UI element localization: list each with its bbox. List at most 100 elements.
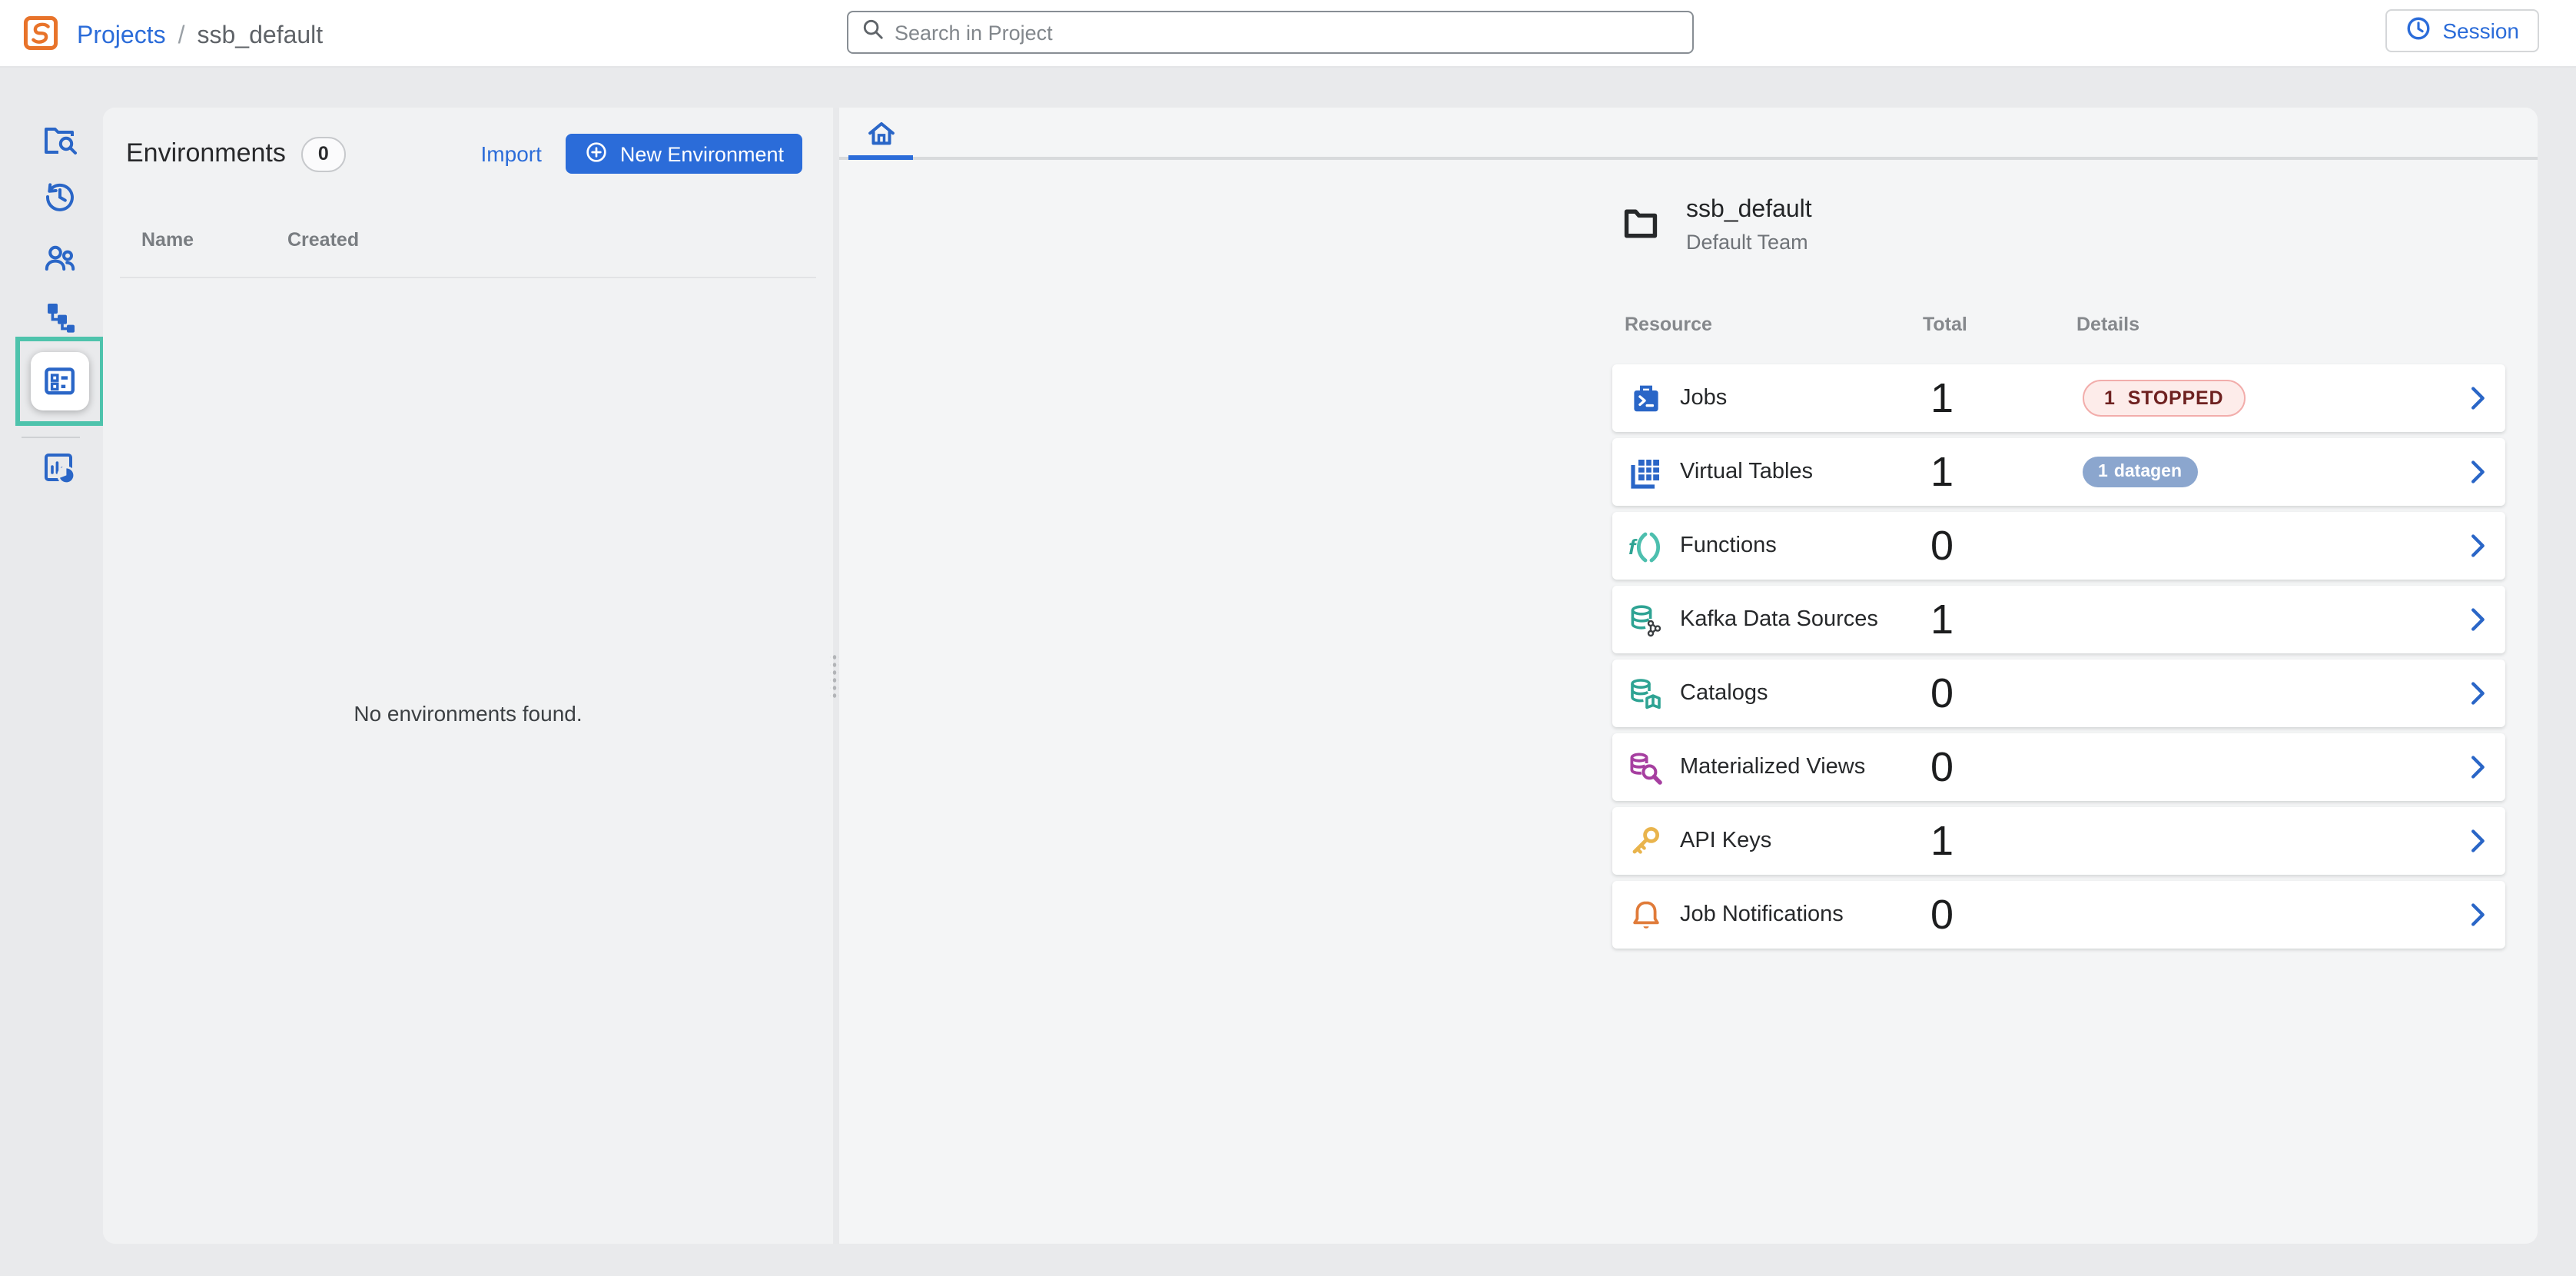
sidebar-active-highlight <box>15 337 105 426</box>
sidebar-item-data-flow[interactable] <box>41 300 78 337</box>
tab-home[interactable] <box>848 108 913 160</box>
resource-row-materialized-views[interactable]: Materialized Views 0 <box>1612 733 2505 801</box>
environments-title: Environments <box>126 138 286 169</box>
import-link[interactable]: Import <box>481 141 542 166</box>
empty-state-message: No environments found. <box>103 701 833 726</box>
breadcrumb-current: ssb_default <box>198 23 324 51</box>
folder-icon <box>1620 203 1661 252</box>
resource-label: Jobs <box>1680 364 1727 432</box>
sidebar-rail <box>0 68 103 1276</box>
project-header: ssb_default Default Team <box>1620 197 1812 254</box>
resource-row-jobs[interactable]: Jobs 1 1 STOPPED <box>1612 364 2505 432</box>
environments-icon <box>41 363 78 400</box>
column-header-created: Created <box>287 229 359 251</box>
resource-label: Catalogs <box>1680 660 1768 727</box>
api-keys-icon <box>1628 824 1665 861</box>
svg-text:f: f <box>1628 535 1638 559</box>
chevron-right-icon <box>2462 604 2493 635</box>
environments-table-divider <box>120 277 816 278</box>
chevron-right-icon <box>2462 383 2493 414</box>
resource-row-kafka-data-sources[interactable]: Kafka Data Sources 1 <box>1612 586 2505 653</box>
kafka-data-source-icon <box>1628 603 1665 640</box>
chevron-right-icon <box>2462 826 2493 856</box>
resource-total: 0 <box>1930 660 1954 727</box>
users-icon <box>41 240 78 277</box>
catalogs-icon <box>1628 676 1665 713</box>
resource-total: 1 <box>1930 807 1954 875</box>
badge-count: 1 <box>2098 463 2108 481</box>
resource-total: 1 <box>1930 364 1954 432</box>
column-header-name: Name <box>141 229 287 251</box>
chevron-right-icon <box>2462 457 2493 487</box>
resource-details: 1 STOPPED <box>2083 364 2245 432</box>
project-search[interactable] <box>847 11 1694 54</box>
column-header-total: Total <box>1923 314 1967 335</box>
sidebar-item-explorer[interactable] <box>41 123 78 160</box>
environments-column-headers: Name Created <box>141 229 359 251</box>
clock-icon <box>2405 15 2432 46</box>
home-icon <box>865 118 897 150</box>
new-environment-label: New Environment <box>620 142 784 165</box>
sidebar-item-users[interactable] <box>41 240 78 277</box>
resource-table-body: Jobs11STOPPEDVirtual Tables11datagenfFun… <box>1612 364 2505 955</box>
resource-total: 0 <box>1930 512 1954 580</box>
resource-total: 1 <box>1930 586 1954 653</box>
resource-total: 0 <box>1930 881 1954 949</box>
jobs-icon <box>1628 381 1665 418</box>
column-header-details: Details <box>2076 314 2139 335</box>
resource-total: 1 <box>1930 438 1954 506</box>
resource-row-functions[interactable]: f Functions 0 <box>1612 512 2505 580</box>
resource-label: Functions <box>1680 512 1777 580</box>
chevron-right-icon <box>2462 752 2493 783</box>
resource-row-virtual-tables[interactable]: Virtual Tables11datagen <box>1612 438 2505 506</box>
badge-label: datagen <box>2114 463 2182 481</box>
session-label: Session <box>2442 18 2519 43</box>
resource-label: Materialized Views <box>1680 733 1865 801</box>
resource-row-catalogs[interactable]: Catalogs 0 <box>1612 660 2505 727</box>
details-badge: 1 datagen <box>2083 457 2197 487</box>
breadcrumb-separator: / <box>178 23 185 51</box>
resource-row-job-notifications[interactable]: Job Notifications 0 <box>1612 881 2505 949</box>
virtual-tables-icon <box>1628 455 1665 492</box>
brand: Projects / ssb_default <box>23 15 323 58</box>
resource-column-headers: Resource Total Details <box>1612 314 2505 338</box>
badge-label: STOPPED <box>2128 387 2224 409</box>
plus-circle-icon <box>585 139 609 168</box>
active-tab-indicator <box>848 155 913 160</box>
resource-label: API Keys <box>1680 807 1771 875</box>
monitoring-icon <box>41 450 78 487</box>
environments-panel: Environments 0 Import New Environment Na… <box>103 108 833 1244</box>
breadcrumb-projects-link[interactable]: Projects <box>77 23 166 51</box>
breadcrumb: Projects / ssb_default <box>77 23 323 51</box>
sidebar-item-monitoring[interactable] <box>41 450 78 487</box>
functions-icon: f <box>1628 529 1665 566</box>
app: Projects / ssb_default Session <box>0 0 2576 1276</box>
search-icon <box>861 16 885 48</box>
resource-details: 1 datagen <box>2083 438 2197 506</box>
materialized-views-icon <box>1628 750 1665 787</box>
history-icon <box>41 178 78 215</box>
sidebar-item-environments[interactable] <box>31 352 89 410</box>
new-environment-button[interactable]: New Environment <box>566 134 802 174</box>
sidebar-item-history[interactable] <box>41 178 78 215</box>
project-title: ssb_default <box>1686 197 1812 224</box>
flow-icon <box>41 300 78 337</box>
resource-row-api-keys[interactable]: API Keys 1 <box>1612 807 2505 875</box>
content-card: Environments 0 Import New Environment Na… <box>103 108 2538 1244</box>
badge-count: 1 <box>2104 387 2116 409</box>
chevron-right-icon <box>2462 530 2493 561</box>
search-input[interactable] <box>895 21 1680 44</box>
environments-header: Environments 0 Import New Environment <box>126 134 802 174</box>
pane-resize-handle[interactable] <box>833 108 839 1244</box>
resource-label: Kafka Data Sources <box>1680 586 1878 653</box>
session-button[interactable]: Session <box>2385 9 2539 52</box>
tab-bar <box>839 108 2538 160</box>
app-logo-icon[interactable] <box>23 15 58 58</box>
project-team: Default Team <box>1686 231 1812 254</box>
chevron-right-icon <box>2462 899 2493 930</box>
project-home-panel: ssb_default Default Team Resource Total … <box>839 108 2538 1244</box>
details-badge: 1 STOPPED <box>2083 380 2245 417</box>
resource-label: Job Notifications <box>1680 881 1844 949</box>
chevron-right-icon <box>2462 678 2493 709</box>
resource-total: 0 <box>1930 733 1954 801</box>
